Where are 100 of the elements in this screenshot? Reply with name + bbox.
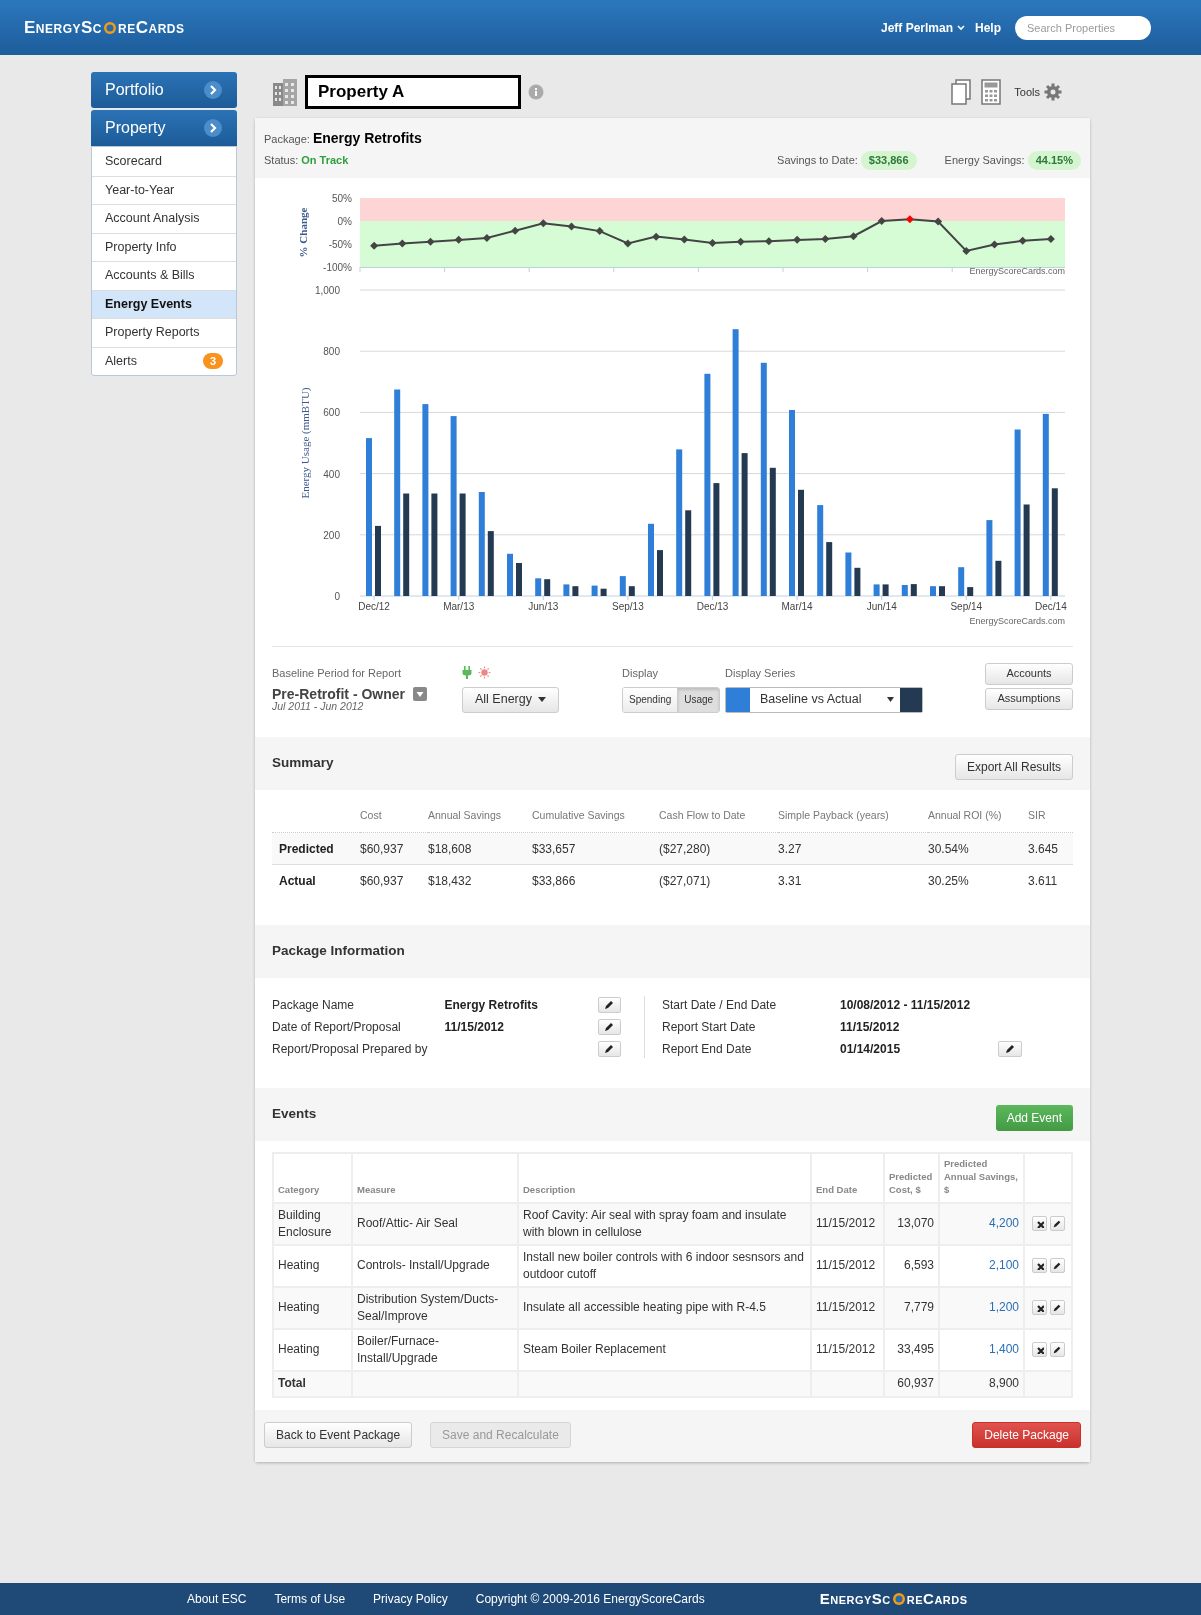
export-button[interactable]: Export All Results [954, 754, 1073, 780]
display-toggle[interactable]: Spending [623, 687, 678, 712]
edit-button[interactable] [597, 1040, 621, 1057]
nav-header[interactable]: Property [91, 110, 237, 146]
table-cell: ($27,280) [659, 832, 778, 865]
savings-link[interactable]: 1,200 [988, 1300, 1019, 1315]
sidebar-item[interactable]: Account Analysis [92, 204, 236, 233]
close-icon [1034, 1345, 1044, 1355]
edit-button[interactable] [998, 1040, 1022, 1057]
energy-dropdown[interactable]: All Energy [462, 686, 559, 713]
section-title: Summary [272, 753, 334, 772]
display-toggle[interactable]: Usage [677, 687, 720, 712]
edit-button[interactable] [597, 996, 621, 1013]
axis-label: 1,000 [314, 284, 340, 296]
sidebar-item[interactable]: Energy Events [92, 289, 236, 318]
close-icon [1034, 1219, 1044, 1229]
pencil-icon [1052, 1260, 1062, 1271]
data-point [764, 236, 773, 245]
edit-button[interactable] [1049, 1300, 1065, 1316]
savings-link[interactable]: 1,400 [988, 1342, 1019, 1357]
field-label: Start Date / End Date [662, 996, 778, 1014]
sidebar-item[interactable]: Year-to-Year [92, 175, 236, 204]
edit-button[interactable] [1049, 1258, 1065, 1274]
table-cell: 11/15/2012 [811, 1244, 884, 1287]
axis-label: Jun/14 [866, 600, 897, 612]
copyright-text: Copyright © 2009-2016 EnergyScoreCards [475, 1591, 705, 1608]
table-cell: 30.54% [928, 832, 1028, 865]
table-cell: 11/15/2012 [811, 1286, 884, 1329]
data-point [877, 216, 886, 225]
delete-button[interactable] [1031, 1216, 1047, 1232]
field-label: Display Series [725, 665, 797, 681]
chart-credit: EnergyScoreCards.com [969, 615, 1065, 626]
user-menu[interactable]: Jeff Perlman [880, 18, 965, 37]
data-point [905, 214, 914, 223]
field-value: Energy Retrofits [444, 996, 539, 1014]
column-header: Cash Flow to Date [659, 807, 778, 833]
axis-label: Dec/13 [696, 600, 729, 612]
savings-pill: $33,866 [860, 151, 917, 170]
delete-button[interactable] [1031, 1342, 1047, 1358]
data-point [539, 218, 548, 227]
data-point [652, 232, 661, 241]
column-header: Annual ROI (%) [928, 807, 1028, 833]
data-point [595, 226, 604, 235]
footer-link[interactable]: About ESC [187, 1590, 247, 1608]
edit-button[interactable] [1049, 1342, 1065, 1358]
sidebar-item[interactable]: Alerts 3 [92, 346, 236, 375]
column-header: Cost [360, 807, 428, 833]
table-cell: $33,866 [532, 864, 659, 897]
dropdown-icon[interactable] [413, 687, 427, 701]
table-cell: 8,900 [939, 1370, 1024, 1397]
action-button[interactable]: Accounts [985, 662, 1073, 685]
data-point [990, 239, 999, 248]
sidebar-item[interactable]: Accounts & Bills [92, 261, 236, 290]
usage-bar [591, 585, 598, 596]
baseline-name: Pre-Retrofit - Owner [272, 687, 405, 701]
sidebar-item[interactable]: Property Reports [92, 318, 236, 347]
usage-bar [375, 525, 381, 596]
axis-label: 800 [323, 345, 340, 357]
action-button[interactable]: Delete Package [972, 1421, 1081, 1448]
color-swatch [900, 687, 922, 712]
property-name-field[interactable]: Property A [305, 75, 521, 109]
usage-bar [882, 583, 889, 596]
column-header: Category [273, 1152, 352, 1203]
edit-button[interactable] [1049, 1216, 1065, 1232]
nav-header[interactable]: Portfolio [91, 72, 237, 108]
row-label: Actual [272, 864, 360, 897]
sidebar-item[interactable]: Scorecard [92, 147, 236, 176]
table-cell: Install new boiler controls with 6 indoor sesnsors and outdoor cutoff [518, 1244, 811, 1287]
table-cell: Distribution System/Ducts-Seal/Improve [352, 1286, 518, 1329]
axis-label: Dec/14 [1035, 600, 1067, 612]
usage-bar [628, 585, 635, 596]
package-name: Energy Retrofits [312, 129, 422, 148]
axis-label: 0% [337, 215, 352, 227]
axis-title: Energy Usage (mmBTU) [299, 387, 311, 498]
action-button[interactable]: Back to Event Package [264, 1421, 413, 1448]
axis-label: 0 [334, 590, 340, 602]
documents-icon[interactable] [950, 79, 973, 105]
savings-link[interactable]: 2,100 [988, 1258, 1019, 1273]
footer-link[interactable]: Privacy Policy [373, 1590, 448, 1608]
table-cell: 11/15/2012 [811, 1328, 884, 1371]
tools-menu[interactable]: Tools [1014, 83, 1062, 101]
action-button[interactable]: Assumptions [985, 687, 1073, 710]
series-select[interactable]: Baseline vs Actual [725, 686, 923, 713]
footer-link[interactable]: Terms of Use [274, 1590, 346, 1608]
savings-link[interactable]: 4,200 [988, 1216, 1019, 1231]
column-header: Simple Payback (years) [778, 807, 928, 833]
sidebar-item[interactable]: Property Info [92, 232, 236, 261]
search-field[interactable]: Search Properties [1015, 15, 1151, 40]
delete-button[interactable] [1031, 1258, 1047, 1274]
field-value: 11/15/2012 [444, 1018, 505, 1036]
help-link[interactable]: Help [975, 18, 1001, 37]
axis-label: 600 [323, 406, 340, 418]
delete-button[interactable] [1031, 1300, 1047, 1316]
usage-bar [910, 583, 917, 596]
edit-button[interactable] [597, 1018, 621, 1035]
axis-label: Mar/14 [781, 600, 813, 612]
data-point [934, 216, 943, 225]
field-label: Status: [264, 153, 299, 168]
calculator-icon[interactable] [981, 79, 1002, 105]
data-point [623, 239, 632, 248]
